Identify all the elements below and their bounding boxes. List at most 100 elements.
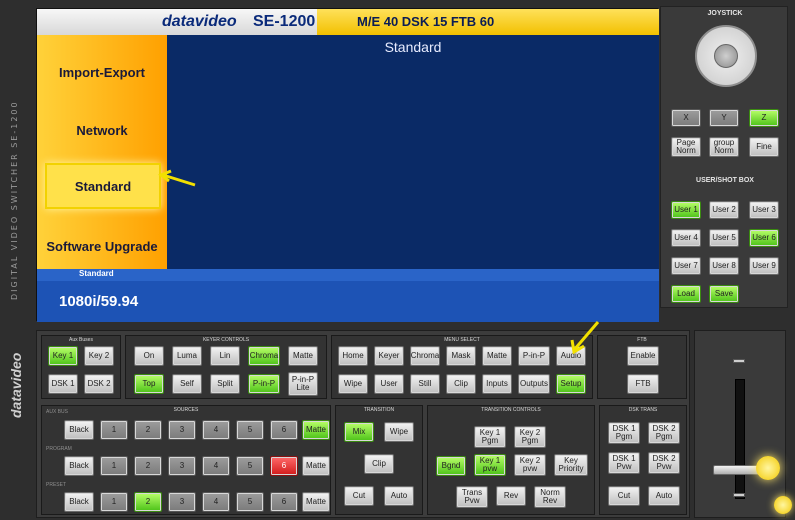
- aux-matte-button[interactable]: Matte: [302, 420, 330, 440]
- keyer-matte-button[interactable]: Matte: [288, 346, 318, 366]
- program-source-6-button[interactable]: 6: [270, 456, 298, 476]
- user-2-button[interactable]: User 2: [709, 201, 739, 219]
- keyer-top-button[interactable]: Top: [134, 374, 164, 394]
- menu-user-button[interactable]: User: [374, 374, 404, 394]
- keyer-self-button[interactable]: Self: [172, 374, 202, 394]
- preset-black-button[interactable]: Black: [64, 492, 94, 512]
- user-1-button[interactable]: User 1: [671, 201, 701, 219]
- dsk2-pvw-button[interactable]: DSK 2 Pvw: [648, 452, 680, 474]
- program-matte-button[interactable]: Matte: [302, 456, 330, 476]
- dsk-auto-button[interactable]: Auto: [648, 486, 680, 506]
- key1-pgm-button[interactable]: Key 1 Pgm: [474, 426, 506, 448]
- program-source-1-button[interactable]: 1: [100, 456, 128, 476]
- joystick-knob-icon[interactable]: [714, 44, 738, 68]
- user-4-button[interactable]: User 4: [671, 229, 701, 247]
- aux-source-1-button[interactable]: 1: [100, 420, 128, 440]
- keyer-lin-button[interactable]: Lin: [210, 346, 240, 366]
- menu-select-group: MENU SELECT Home Keyer Chroma Mask Matte…: [331, 321, 600, 399]
- aux-dsk2-button[interactable]: DSK 2: [84, 374, 114, 394]
- dsk1-pgm-button[interactable]: DSK 1 Pgm: [608, 422, 640, 444]
- program-source-4-button[interactable]: 4: [202, 456, 230, 476]
- group-norm-button[interactable]: group Norm: [709, 137, 739, 157]
- program-black-button[interactable]: Black: [64, 456, 94, 476]
- dsk2-pgm-button[interactable]: DSK 2 Pgm: [648, 422, 680, 444]
- aux-buses-title: Aux Buses: [69, 337, 93, 343]
- norm-rev-button[interactable]: Norm Rev: [534, 486, 566, 508]
- program-source-5-button[interactable]: 5: [236, 456, 264, 476]
- axis-x-button[interactable]: X: [671, 109, 701, 127]
- page-norm-button[interactable]: Page Norm: [671, 137, 701, 157]
- ftb-enable-button[interactable]: Enable: [627, 346, 659, 366]
- keyer-chroma-button[interactable]: Chroma: [248, 346, 280, 366]
- aux-key2-button[interactable]: Key 2: [84, 346, 114, 366]
- preset-source-1-button[interactable]: 1: [100, 492, 128, 512]
- menu-pinp-button[interactable]: P-in-P: [518, 346, 550, 366]
- trans-pvw-button[interactable]: Trans Pvw: [456, 486, 488, 508]
- menu-item-software-upgrade[interactable]: Software Upgrade: [37, 221, 167, 271]
- axis-z-button[interactable]: Z: [749, 109, 779, 127]
- preset-source-4-button[interactable]: 4: [202, 492, 230, 512]
- aux-source-5-button[interactable]: 5: [236, 420, 264, 440]
- joystick-pad[interactable]: [695, 25, 757, 87]
- key2-pgm-button[interactable]: Key 2 Pgm: [514, 426, 546, 448]
- preset-source-6-button[interactable]: 6: [270, 492, 298, 512]
- menu-setup-button[interactable]: Setup: [556, 374, 586, 394]
- transition-wipe-button[interactable]: Wipe: [384, 422, 414, 442]
- transition-cut-button[interactable]: Cut: [344, 486, 374, 506]
- aux-dsk1-button[interactable]: DSK 1: [48, 374, 78, 394]
- rev-button[interactable]: Rev: [496, 486, 526, 506]
- menu-item-standard[interactable]: Standard: [45, 163, 161, 209]
- aux-source-6-button[interactable]: 6: [270, 420, 298, 440]
- menu-still-button[interactable]: Still: [410, 374, 440, 394]
- preset-source-3-button[interactable]: 3: [168, 492, 196, 512]
- user-5-button[interactable]: User 5: [709, 229, 739, 247]
- transition-controls-group: TRANSITION CONTROLS Key 1 Pgm Key 2 Pgm …: [427, 405, 595, 515]
- dsk1-pvw-button[interactable]: DSK 1 Pvw: [608, 452, 640, 474]
- menu-outputs-button[interactable]: Outputs: [518, 374, 550, 394]
- menu-home-button[interactable]: Home: [338, 346, 368, 366]
- program-source-3-button[interactable]: 3: [168, 456, 196, 476]
- bgnd-button[interactable]: Bgnd: [436, 456, 466, 476]
- aux-source-2-button[interactable]: 2: [134, 420, 162, 440]
- key-priority-button[interactable]: Key Priority: [554, 454, 588, 476]
- keyer-pinp-lite-button[interactable]: P-in-P Lite: [288, 372, 318, 396]
- key1-pvw-button[interactable]: Key 1 pvw: [474, 454, 506, 476]
- transition-auto-button[interactable]: Auto: [384, 486, 414, 506]
- program-source-2-button[interactable]: 2: [134, 456, 162, 476]
- menu-matte-button[interactable]: Matte: [482, 346, 512, 366]
- transition-clip-button[interactable]: Clip: [364, 454, 394, 474]
- save-button[interactable]: Save: [709, 285, 739, 303]
- aux-black-button[interactable]: Black: [64, 420, 94, 440]
- keyer-split-button[interactable]: Split: [210, 374, 240, 394]
- dsk-cut-button[interactable]: Cut: [608, 486, 640, 506]
- user-8-button[interactable]: User 8: [709, 257, 739, 275]
- preset-matte-button[interactable]: Matte: [302, 492, 330, 512]
- preset-source-2-button[interactable]: 2: [134, 492, 162, 512]
- preset-source-5-button[interactable]: 5: [236, 492, 264, 512]
- fine-button[interactable]: Fine: [749, 137, 779, 157]
- keyer-luma-button[interactable]: Luma: [172, 346, 202, 366]
- aux-key1-button[interactable]: Key 1: [48, 346, 78, 366]
- aux-source-3-button[interactable]: 3: [168, 420, 196, 440]
- axis-y-button[interactable]: Y: [709, 109, 739, 127]
- transition-mix-button[interactable]: Mix: [344, 422, 374, 442]
- menu-chroma-button[interactable]: Chroma: [410, 346, 440, 366]
- keyer-on-button[interactable]: On: [134, 346, 164, 366]
- menu-item-network[interactable]: Network: [37, 105, 167, 155]
- user-9-button[interactable]: User 9: [749, 257, 779, 275]
- menu-inputs-button[interactable]: Inputs: [482, 374, 512, 394]
- menu-item-import-export[interactable]: Import-Export: [37, 47, 167, 97]
- user-7-button[interactable]: User 7: [671, 257, 701, 275]
- ftb-button[interactable]: FTB: [627, 374, 659, 394]
- menu-clip-button[interactable]: Clip: [446, 374, 476, 394]
- user-3-button[interactable]: User 3: [749, 201, 779, 219]
- menu-keyer-button[interactable]: Keyer: [374, 346, 404, 366]
- keyer-pinp-button[interactable]: P-in-P: [248, 374, 280, 394]
- aux-source-4-button[interactable]: 4: [202, 420, 230, 440]
- menu-wipe-button[interactable]: Wipe: [338, 374, 368, 394]
- user-6-button[interactable]: User 6: [749, 229, 779, 247]
- key2-pvw-button[interactable]: Key 2 pvw: [514, 454, 546, 476]
- load-button[interactable]: Load: [671, 285, 701, 303]
- menu-mask-button[interactable]: Mask: [446, 346, 476, 366]
- program-label: PROGRAM: [46, 446, 72, 452]
